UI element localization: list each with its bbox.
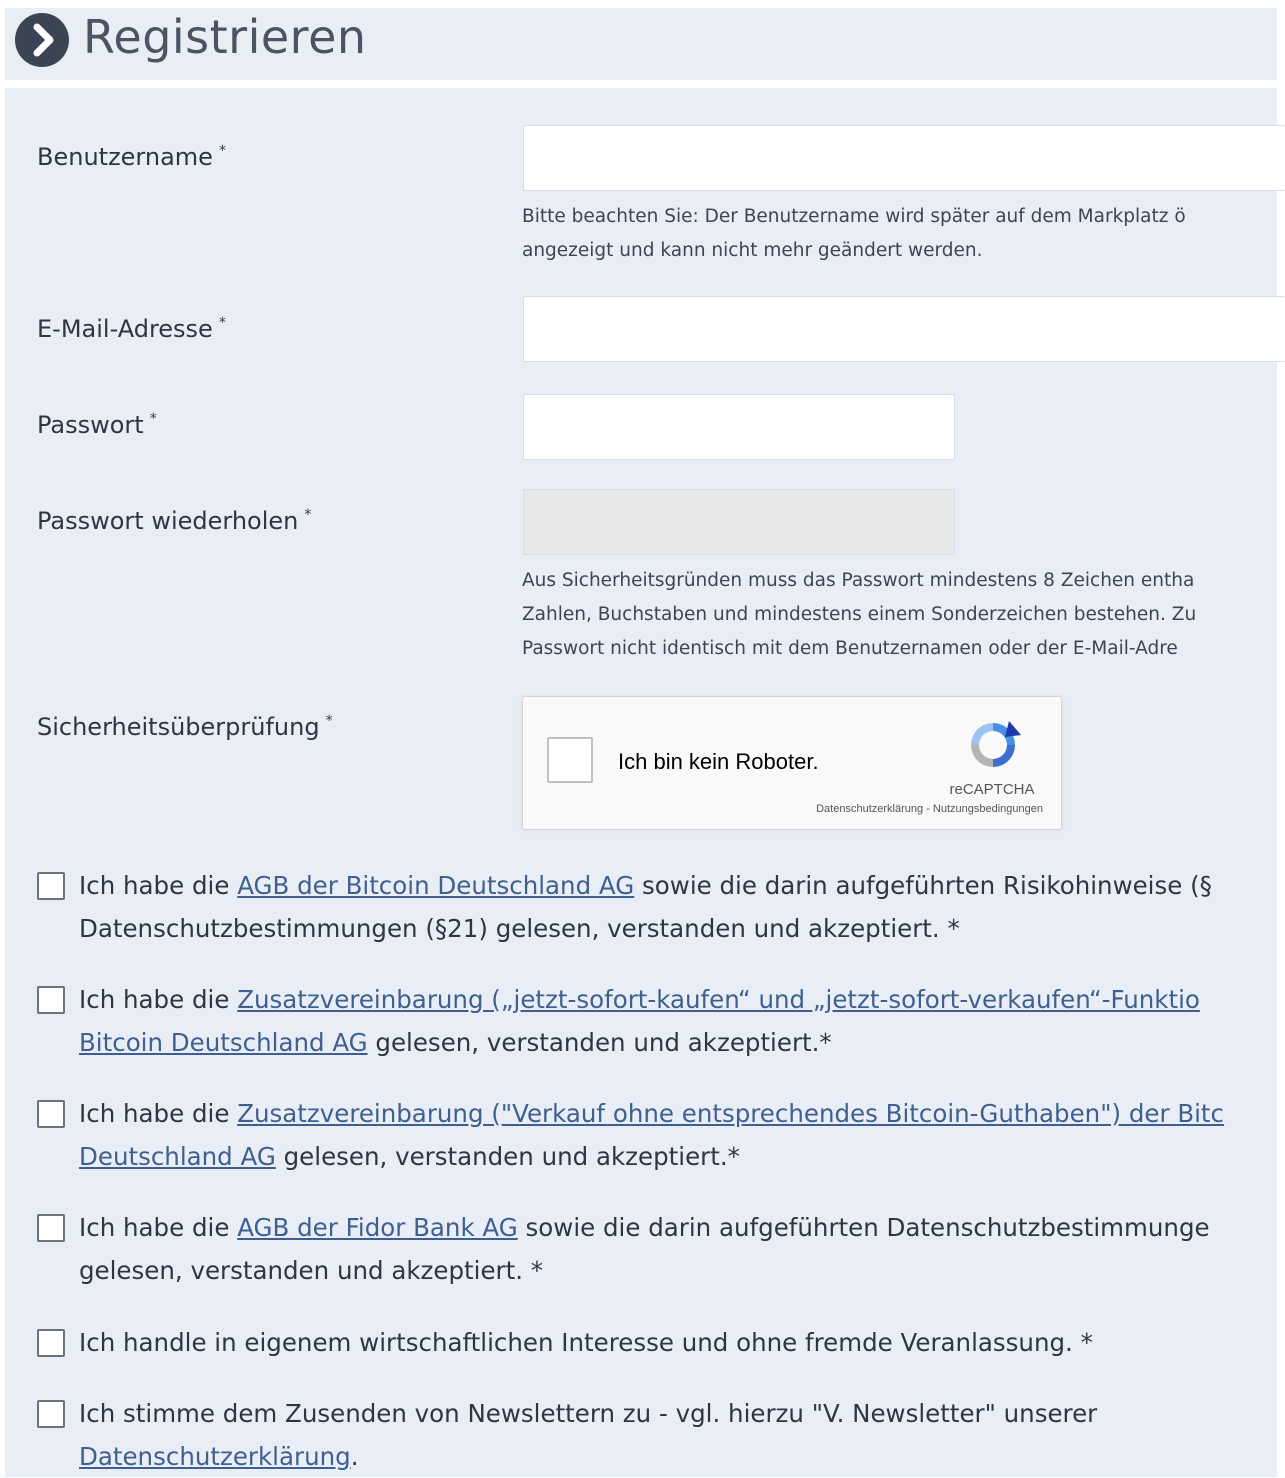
- page-title: Registrieren: [83, 10, 367, 64]
- chevron-right-circle-icon: [15, 13, 69, 67]
- recaptcha-logo-icon: [963, 715, 1023, 779]
- privacy-policy-link[interactable]: Datenschutzerklärung: [79, 1442, 351, 1471]
- consent-instant-trade-text: Ich habe die Zusatzvereinbarung („jetzt-…: [79, 985, 1200, 1057]
- email-label: E-Mail-Adresse *: [37, 315, 226, 343]
- password-input[interactable]: [523, 394, 955, 460]
- consent-fidor-checkbox[interactable]: [37, 1214, 65, 1242]
- consent-instant-trade-checkbox[interactable]: [37, 986, 65, 1014]
- instant-trade-agreement-link-cont[interactable]: Bitcoin Deutschland AG: [79, 1028, 368, 1057]
- agb-bitcoin-link[interactable]: AGB der Bitcoin Deutschland AG: [237, 871, 634, 900]
- recaptcha-brand: reCAPTCHA: [949, 781, 1035, 798]
- short-sale-agreement-link-cont[interactable]: Deutschland AG: [79, 1142, 276, 1171]
- page-header: Registrieren: [5, 8, 1277, 80]
- password-repeat-input[interactable]: [523, 489, 955, 555]
- consent-newsletter-checkbox[interactable]: [37, 1400, 65, 1428]
- username-hint: Bitte beachten Sie: Der Benutzername wir…: [522, 206, 1186, 261]
- password-repeat-label: Passwort wiederholen *: [37, 507, 312, 535]
- recaptcha-links: Datenschutzerklärung - Nutzungsbedingung…: [816, 803, 1043, 815]
- username-input[interactable]: [523, 125, 1285, 191]
- consent-own-interest-checkbox[interactable]: [37, 1329, 65, 1357]
- security-check-label: Sicherheitsüberprüfung *: [37, 713, 333, 741]
- recaptcha-checkbox[interactable]: [547, 737, 593, 783]
- short-sale-agreement-link[interactable]: Zusatzvereinbarung ("Verkauf ohne entspr…: [237, 1099, 1224, 1128]
- recaptcha-widget: Ich bin kein Roboter. reCAPTCHA Datensch…: [522, 696, 1062, 830]
- username-label: Benutzername *: [37, 143, 226, 171]
- consent-own-interest-text: Ich handle in eigenem wirtschaftlichen I…: [79, 1328, 1093, 1357]
- email-input[interactable]: [523, 296, 1285, 362]
- consent-newsletter-text: Ich stimme dem Zusenden von Newslettern …: [79, 1399, 1098, 1471]
- consent-fidor-text: Ich habe die AGB der Fidor Bank AG sowie…: [79, 1213, 1210, 1285]
- instant-trade-agreement-link[interactable]: Zusatzvereinbarung („jetzt-sofort-kaufen…: [237, 985, 1200, 1014]
- password-label: Passwort *: [37, 411, 157, 439]
- recaptcha-privacy-link[interactable]: Datenschutzerklärung: [816, 803, 923, 815]
- consent-short-sale-text: Ich habe die Zusatzvereinbarung ("Verkau…: [79, 1099, 1225, 1171]
- agb-fidor-link[interactable]: AGB der Fidor Bank AG: [237, 1213, 518, 1242]
- password-hint: Aus Sicherheitsgründen muss das Passwort…: [522, 570, 1197, 659]
- consent-agb-text: Ich habe die AGB der Bitcoin Deutschland…: [79, 871, 1212, 943]
- recaptcha-terms-link[interactable]: Nutzungsbedingungen: [933, 803, 1043, 815]
- recaptcha-label: Ich bin kein Roboter.: [618, 749, 819, 774]
- consent-short-sale-checkbox[interactable]: [37, 1100, 65, 1128]
- consent-agb-checkbox[interactable]: [37, 872, 65, 900]
